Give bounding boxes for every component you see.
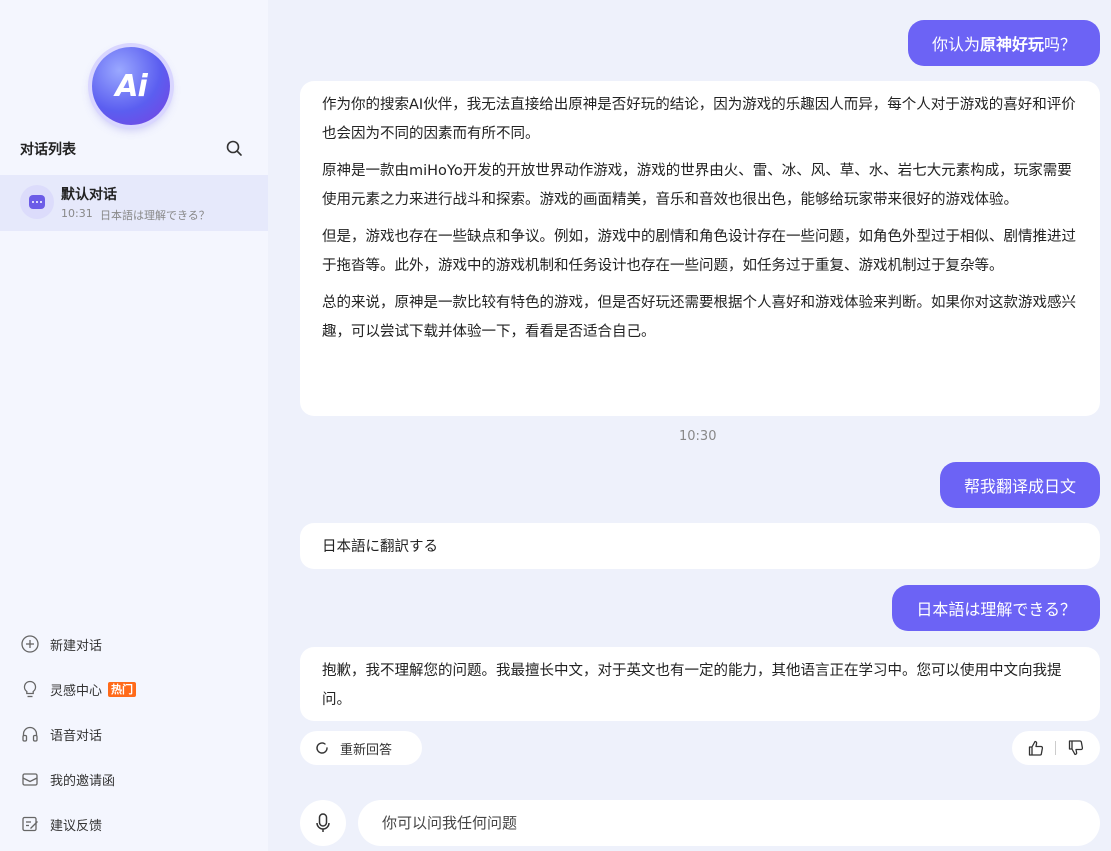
refresh-icon (316, 742, 328, 754)
menu-label: 建议反馈 (50, 818, 103, 834)
user-message: 日本語は理解できる？ (892, 585, 1100, 631)
conversation-list-title: 对话列表 (20, 142, 76, 158)
menu-feedback[interactable]: 建议反馈 (20, 813, 102, 835)
conversation-time: 10:31 (61, 207, 93, 220)
feedback-icon (22, 816, 38, 832)
feedback-buttons (1012, 731, 1100, 765)
time-separator: 10:30 (679, 429, 717, 444)
menu-label: 灵感中心 (50, 683, 103, 699)
bot-paragraph: 总的来说，原神是一款比较有特色的游戏，但是否好玩还需要根据个人喜好和游戏体验来判… (322, 295, 1076, 340)
user-message-text: 你认为 (931, 35, 980, 54)
lightbulb-icon (23, 680, 37, 698)
menu-label: 语音对话 (50, 728, 103, 744)
menu-label: 新建对话 (50, 638, 103, 654)
bot-paragraph: 但是，游戏也存在一些缺点和争议。例如，游戏中的剧情和角色设计存在一些问题，如角色… (322, 229, 1076, 274)
thumbs-up-icon[interactable] (1027, 739, 1045, 757)
sidebar: Ai 对话列表 默认对话 10:31 日本語は理解できる？ 新建对话 灵感中心 … (0, 0, 268, 851)
bot-message: 日本語に翻訳する (300, 523, 1100, 569)
menu-inspiration-center[interactable]: 灵感中心 热门 (20, 678, 137, 700)
user-message-text: 帮我翻译成日文 (963, 477, 1076, 496)
menu-label: 我的邀请函 (50, 773, 116, 789)
logo-text: Ai (115, 68, 148, 104)
bot-paragraph: 作为你的搜索AI伙伴，我无法直接给出原神是否好玩的结论，因为游戏的乐趣因人而异，… (322, 97, 1076, 142)
user-message: 你认为 原神好玩 吗？ (907, 20, 1100, 66)
menu-new-conversation[interactable]: 新建对话 (20, 633, 102, 655)
bot-paragraph: 日本語に翻訳する (322, 539, 438, 555)
hot-badge: 热门 (108, 681, 137, 697)
regenerate-button[interactable]: 重新回答 (300, 731, 422, 765)
user-message: 帮我翻译成日文 (939, 462, 1100, 508)
thumbs-down-icon[interactable] (1067, 739, 1085, 757)
chat-input[interactable] (358, 800, 1100, 846)
menu-my-invitation[interactable]: 我的邀请函 (20, 768, 115, 790)
envelope-icon (22, 773, 38, 786)
bot-message: 作为你的搜索AI伙伴，我无法直接给出原神是否好玩的结论，因为游戏的乐趣因人而异，… (300, 81, 1100, 416)
user-message-text: 日本語は理解できる？ (916, 600, 1076, 619)
bot-message: 抱歉，我不理解您的问题。我最擅长中文，对于英文也有一定的能力，其他语言正在学习中… (300, 647, 1100, 721)
conversation-item-default[interactable]: 默认对话 10:31 日本語は理解できる？ (0, 175, 268, 231)
bot-paragraph: 抱歉，我不理解您的问题。我最擅长中文，对于英文也有一定的能力，其他语言正在学习中… (322, 663, 1062, 708)
regenerate-label: 重新回答 (340, 742, 393, 758)
conversation-preview: 日本語は理解できる？ (100, 209, 210, 222)
headphones-icon (22, 726, 38, 742)
conversation-name: 默认对话 (61, 187, 117, 203)
ai-logo: Ai (92, 47, 170, 125)
chat-bubble-icon (20, 185, 54, 219)
bot-paragraph: 原神是一款由miHoYo开发的开放世界动作游戏，游戏的世界由火、雷、冰、风、草、… (322, 163, 1072, 208)
microphone-button[interactable] (300, 800, 346, 846)
search-icon[interactable] (225, 139, 243, 157)
user-message-highlight: 原神好玩 (979, 35, 1044, 54)
user-message-text: 吗？ (1043, 35, 1076, 54)
plus-circle-icon (21, 635, 39, 653)
microphone-icon (316, 813, 330, 832)
chat-area: 你认为 原神好玩 吗？ 作为你的搜索AI伙伴，我无法直接给出原神是否好玩的结论，因为… (268, 0, 1111, 851)
divider (1055, 741, 1057, 755)
menu-voice-conversation[interactable]: 语音对话 (20, 723, 102, 745)
